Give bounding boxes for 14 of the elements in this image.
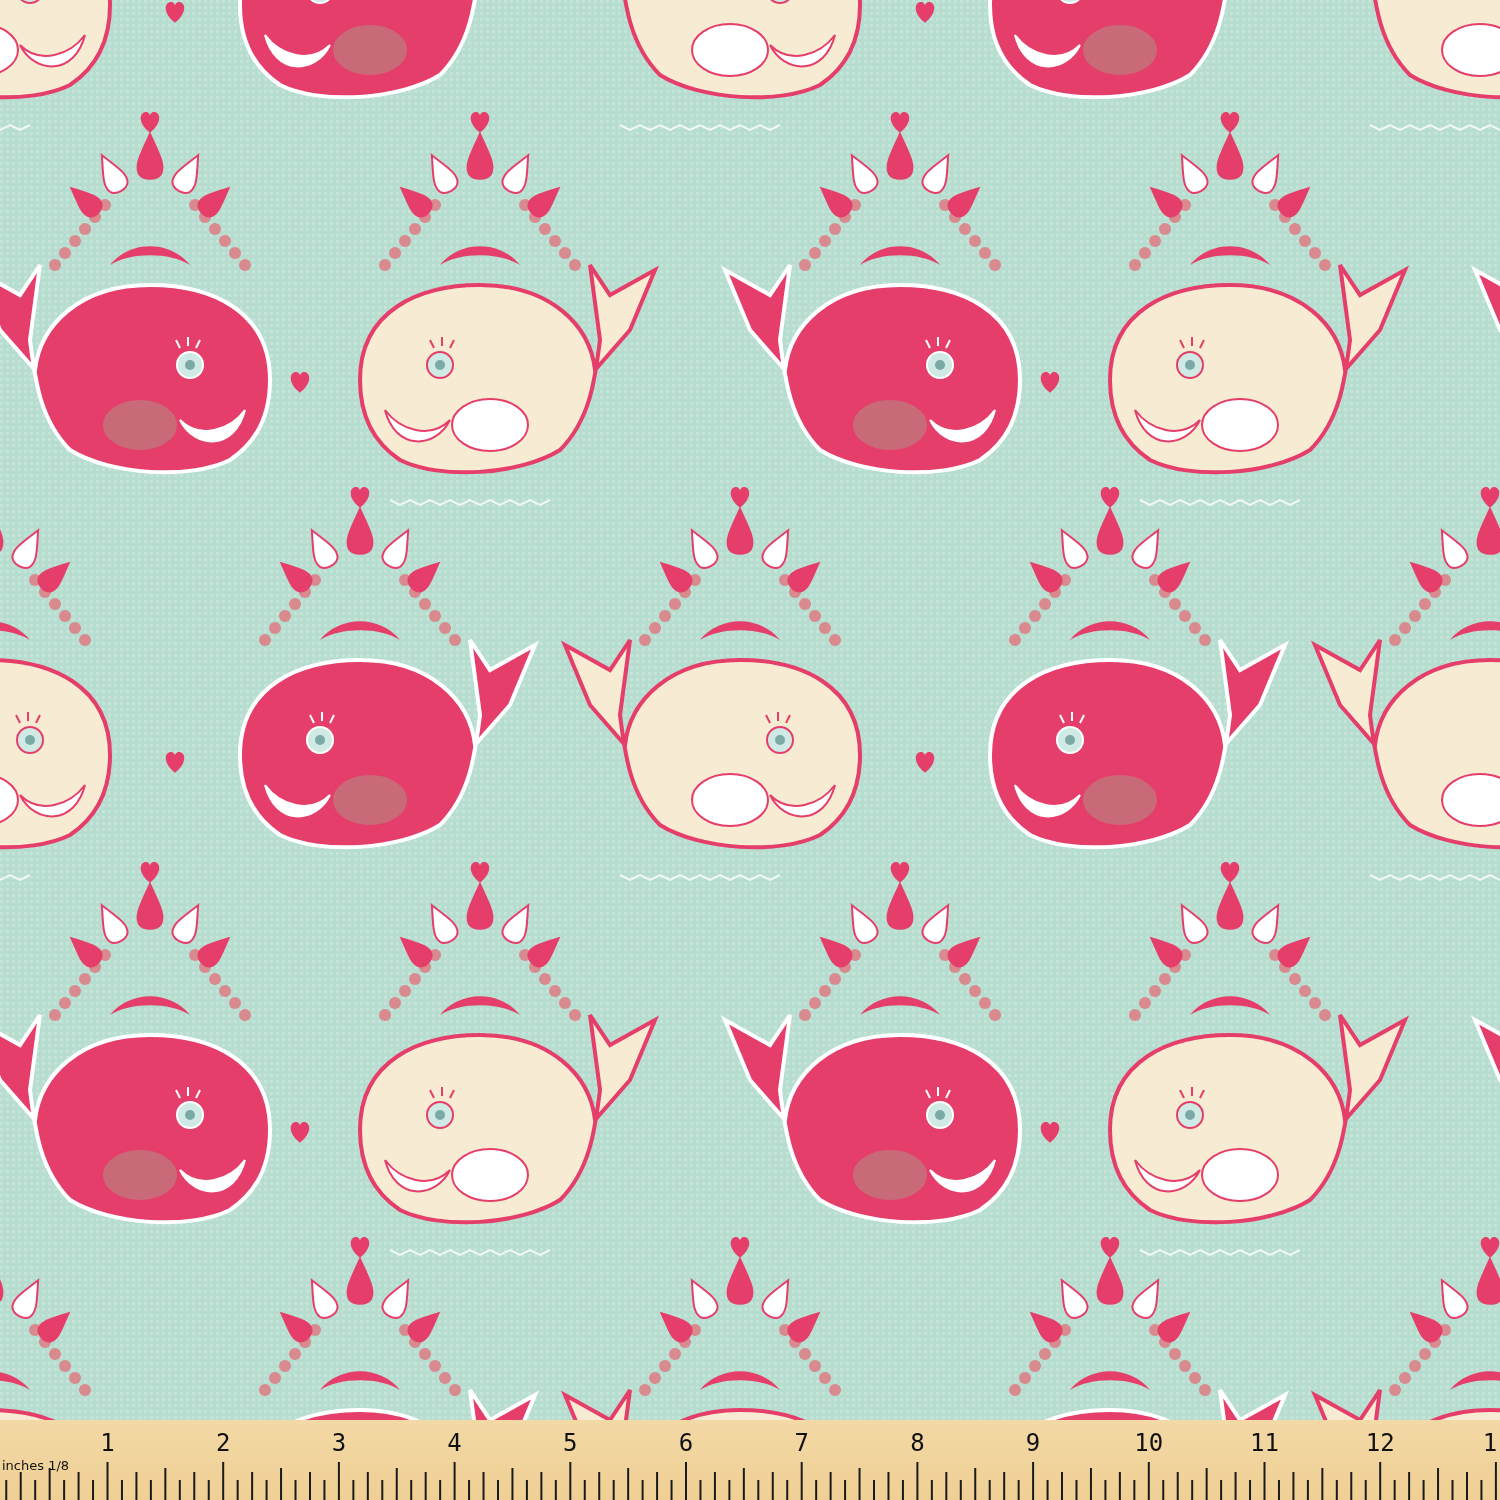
ruler-number: 11	[1250, 1429, 1279, 1457]
ruler-number: 4	[447, 1429, 462, 1457]
ruler-number: 1	[100, 1429, 115, 1457]
ruler-number: 7	[794, 1429, 809, 1457]
ruler-number: 3	[331, 1429, 347, 1457]
ruler-number: 2	[215, 1429, 231, 1457]
ruler-number: 6	[678, 1429, 694, 1457]
ruler-number: 5	[563, 1429, 578, 1457]
ruler-number: 10	[1134, 1429, 1164, 1457]
ruler-unit-label: inches 1/8	[2, 1458, 70, 1473]
ruler-number: 9	[1025, 1429, 1041, 1457]
ruler-number: 1	[1482, 1429, 1498, 1457]
ruler-number: 8	[910, 1429, 925, 1457]
ruler-number: 12	[1365, 1429, 1395, 1457]
